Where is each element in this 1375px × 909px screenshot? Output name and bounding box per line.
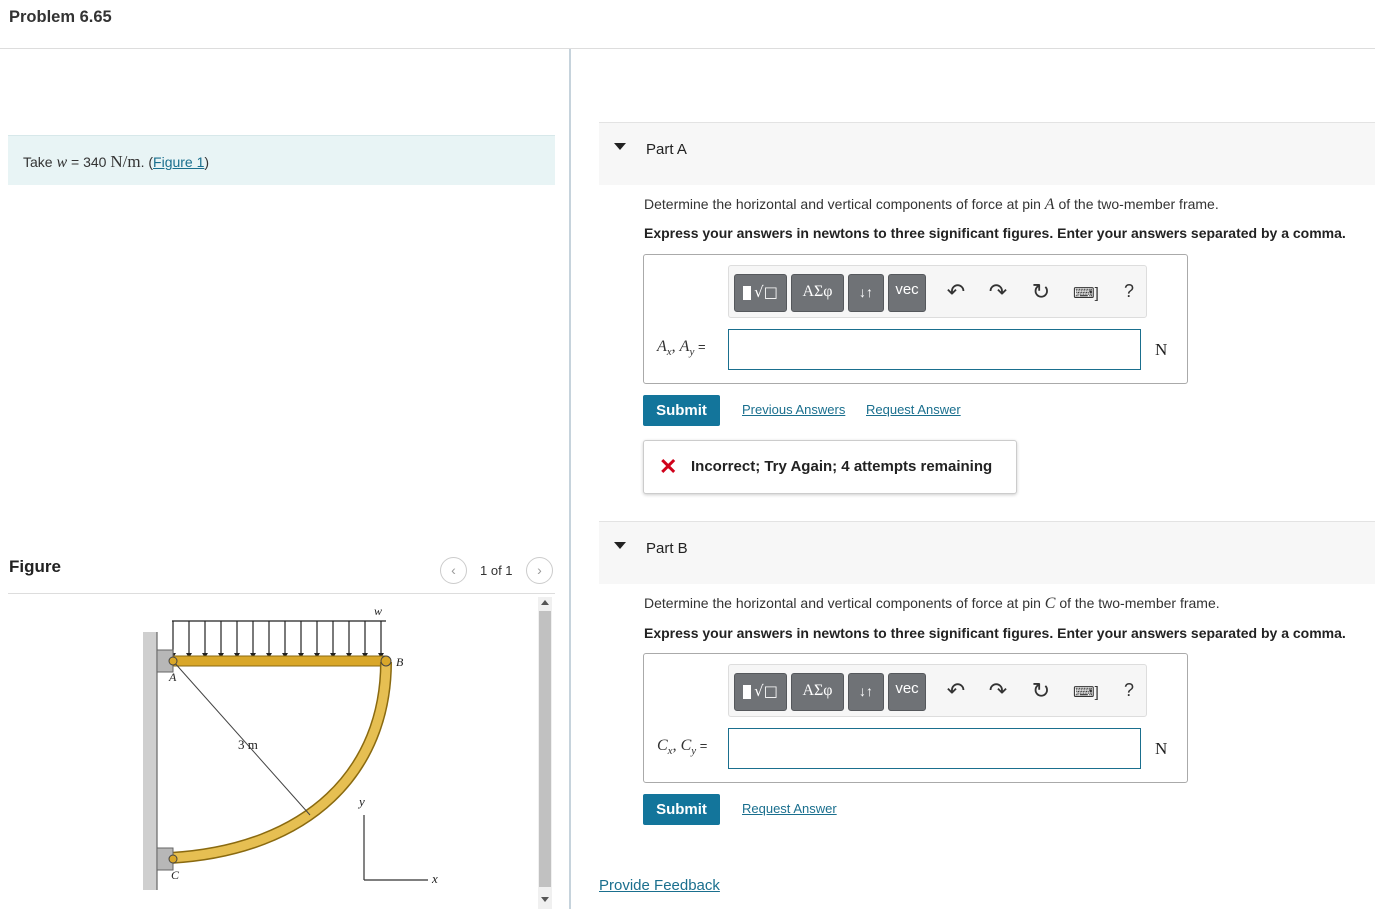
template-icon bbox=[743, 285, 752, 300]
label-w: w bbox=[374, 604, 382, 618]
template-icon bbox=[743, 684, 752, 699]
provide-feedback-link[interactable]: Provide Feedback bbox=[599, 877, 720, 894]
figure-link[interactable]: Figure 1 bbox=[153, 154, 204, 170]
undo-icon[interactable]: ↶ bbox=[944, 279, 968, 305]
label-b: B bbox=[396, 655, 404, 669]
frame-figure: w B A C 3 m y x bbox=[143, 604, 438, 890]
part-a-feedback: ✕ Incorrect; Try Again; 4 attempts remai… bbox=[643, 440, 1017, 494]
part-b-request-answer-link[interactable]: Request Answer bbox=[742, 801, 837, 816]
figure-scrollbar[interactable] bbox=[538, 597, 552, 909]
keyboard-icon[interactable]: ⌨] bbox=[1073, 284, 1099, 302]
redo-icon[interactable]: ↷ bbox=[986, 279, 1010, 305]
feedback-message: Incorrect; Try Again; 4 attempts remaini… bbox=[691, 458, 993, 475]
label-x-axis: x bbox=[431, 871, 438, 886]
math-toolbar: √□ ΑΣφ ↓↑ vec ↶ ↷ ↻ ⌨] ? bbox=[728, 265, 1147, 318]
part-b-label: Part B bbox=[646, 540, 688, 557]
label-c: C bbox=[171, 868, 180, 882]
collapse-icon[interactable] bbox=[614, 143, 626, 150]
math-toolbar: √□ ΑΣφ ↓↑ vec ↶ ↷ ↻ ⌨] ? bbox=[728, 664, 1147, 717]
reset-icon[interactable]: ↻ bbox=[1029, 678, 1053, 704]
scroll-up-icon[interactable] bbox=[541, 600, 549, 605]
undo-icon[interactable]: ↶ bbox=[944, 678, 968, 704]
figure-page-count: 1 of 1 bbox=[480, 563, 513, 578]
part-b-question: Determine the horizontal and vertical co… bbox=[644, 595, 1220, 612]
template-button[interactable]: √□ bbox=[734, 274, 787, 312]
part-a-submit-button[interactable]: Submit bbox=[643, 395, 720, 426]
scroll-thumb[interactable] bbox=[539, 611, 551, 887]
part-a-answer-box: √□ ΑΣφ ↓↑ vec ↶ ↷ ↻ ⌨] ? Ax, Ay = N bbox=[643, 254, 1188, 384]
problem-info: Take w = 340 N/m. (Figure 1) bbox=[8, 135, 555, 185]
vec-button[interactable]: vec bbox=[888, 274, 926, 312]
updown-button[interactable]: ↓↑ bbox=[848, 274, 884, 312]
part-a-label: Part A bbox=[646, 141, 687, 158]
part-b-submit-button[interactable]: Submit bbox=[643, 794, 720, 825]
part-a-unit: N bbox=[1155, 340, 1168, 359]
collapse-icon[interactable] bbox=[614, 542, 626, 549]
vec-button[interactable]: vec bbox=[888, 673, 926, 711]
greek-button[interactable]: ΑΣφ bbox=[791, 673, 844, 711]
previous-answers-link[interactable]: Previous Answers bbox=[742, 402, 845, 417]
redo-icon[interactable]: ↷ bbox=[986, 678, 1010, 704]
figure-title: Figure bbox=[9, 557, 61, 576]
greek-button[interactable]: ΑΣφ bbox=[791, 274, 844, 312]
page-title: Problem 6.65 bbox=[9, 8, 112, 26]
part-a-header[interactable]: Part A bbox=[599, 122, 1375, 185]
distributed-load-arrows bbox=[172, 620, 386, 654]
part-a-question: Determine the horizontal and vertical co… bbox=[644, 196, 1219, 213]
updown-button[interactable]: ↓↑ bbox=[848, 673, 884, 711]
part-a-instruction: Express your answers in newtons to three… bbox=[644, 225, 1346, 241]
label-a: A bbox=[168, 670, 177, 684]
part-b-header[interactable]: Part B bbox=[599, 521, 1375, 584]
reset-icon[interactable]: ↻ bbox=[1029, 279, 1053, 305]
help-icon[interactable]: ? bbox=[1117, 281, 1141, 302]
error-x-icon: ✕ bbox=[659, 454, 678, 479]
prev-figure-button[interactable]: ‹ bbox=[440, 557, 467, 584]
template-button[interactable]: √□ bbox=[734, 673, 787, 711]
figure-divider bbox=[8, 593, 555, 594]
keyboard-icon[interactable]: ⌨] bbox=[1073, 683, 1099, 701]
problem-statement: Take w = 340 N/m. (Figure 1) bbox=[23, 152, 210, 171]
pane-divider[interactable] bbox=[569, 49, 571, 909]
part-b-answer-label: Cx, Cy = bbox=[657, 737, 708, 758]
part-b-instruction: Express your answers in newtons to three… bbox=[644, 625, 1346, 641]
label-dimension: 3 m bbox=[238, 737, 258, 752]
page-header: Problem 6.65 bbox=[0, 0, 1375, 49]
help-icon[interactable]: ? bbox=[1117, 680, 1141, 701]
beam-ab bbox=[169, 655, 387, 667]
next-figure-button[interactable]: › bbox=[526, 557, 553, 584]
part-a-request-answer-link[interactable]: Request Answer bbox=[866, 402, 961, 417]
label-y-axis: y bbox=[357, 794, 365, 809]
part-b-unit: N bbox=[1155, 739, 1168, 758]
figure-pager: ‹ 1 of 1 › bbox=[440, 557, 555, 585]
part-b-answer-box: √□ ΑΣφ ↓↑ vec ↶ ↷ ↻ ⌨] ? Cx, Cy = N bbox=[643, 653, 1188, 783]
part-b-answer-input[interactable] bbox=[728, 728, 1141, 769]
wall-support bbox=[143, 632, 157, 890]
part-a-answer-label: Ax, Ay = bbox=[657, 338, 706, 359]
part-a-answer-input[interactable] bbox=[728, 329, 1141, 370]
scroll-down-icon[interactable] bbox=[541, 897, 549, 902]
